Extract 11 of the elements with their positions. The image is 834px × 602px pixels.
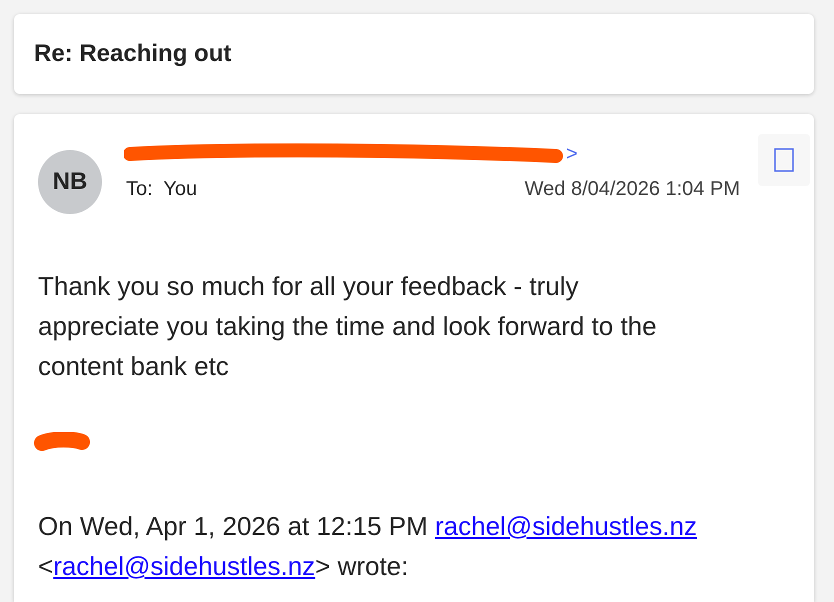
square-icon xyxy=(774,148,794,172)
subject-title: Re: Reaching out xyxy=(34,40,232,68)
email-link[interactable]: rachel@sidehustles.nz xyxy=(434,511,697,541)
sender-name[interactable]: > xyxy=(566,142,578,166)
toggle-button[interactable] xyxy=(758,134,810,186)
sender-avatar: NB xyxy=(38,150,102,214)
email-link[interactable]: rachel@sidehustles.nz xyxy=(53,551,316,581)
recipient-line: To: You xyxy=(126,178,198,201)
message-body: Thank you so much for all your feedback - truly appreciate you taking the time and look forward to the content bank etc xyxy=(38,270,658,383)
message-date: Wed 8/04/2026 1:04 PM xyxy=(524,178,740,201)
quote-header: On Wed, Apr 1, 2026 at 12:15 PM rachel@sidehustles.nz <rachel@sidehustles.nz> wrote: xyxy=(38,510,698,583)
